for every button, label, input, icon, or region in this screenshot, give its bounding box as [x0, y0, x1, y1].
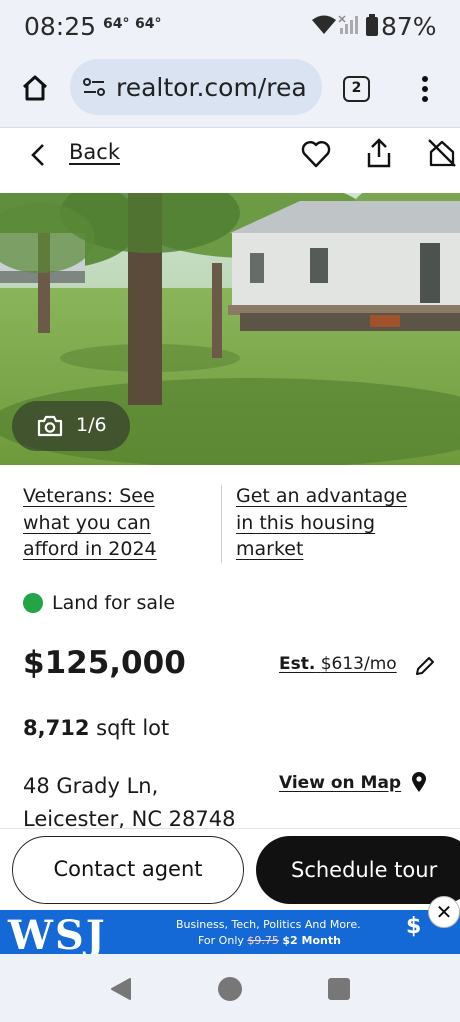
ad-close-button[interactable]: ✕ — [428, 896, 460, 928]
contact-agent-button[interactable]: Contact agent — [12, 836, 244, 904]
promo-housing-market-link[interactable]: Get an advantage in this housing market — [236, 483, 407, 563]
battery-icon — [366, 14, 378, 36]
wifi-icon — [312, 15, 336, 34]
promo-links: Veterans: See what you can afford in 202… — [0, 465, 460, 575]
share-icon[interactable] — [365, 137, 393, 169]
status-bar: 08:25 64° 64° 87% — [0, 0, 460, 52]
ad-headline: Business, Tech, Politics And More. — [176, 918, 361, 931]
nav-recents-icon[interactable] — [327, 977, 351, 1001]
home-icon[interactable] — [20, 73, 50, 103]
listing-price: $125,000 — [23, 645, 186, 681]
back-link[interactable]: Back — [69, 140, 120, 164]
camera-icon — [37, 415, 63, 437]
weather-temp: 64° — [103, 16, 130, 32]
photo-counter[interactable]: 1/6 — [12, 401, 130, 451]
action-bar: Contact agent Schedule tour — [0, 828, 460, 910]
weather-temp-secondary: 64° — [135, 16, 162, 32]
url-text: realtor.com/rea — [116, 73, 307, 102]
view-on-map-link[interactable]: View on Map — [279, 773, 401, 793]
status-dot-icon — [23, 593, 43, 613]
site-settings-icon[interactable] — [82, 76, 106, 98]
listing-header: Back — [0, 129, 460, 193]
photo-counter-text: 1/6 — [76, 414, 107, 436]
chevron-left-icon[interactable] — [30, 143, 46, 167]
listing-status-text: Land for sale — [52, 592, 176, 614]
tab-switcher-button[interactable]: 2 — [343, 76, 370, 102]
edit-pencil-icon[interactable] — [414, 655, 436, 677]
promo-divider — [221, 485, 222, 563]
battery-percent: 87% — [381, 12, 437, 41]
cell-signal-icon — [338, 15, 358, 34]
schedule-tour-button[interactable]: Schedule tour — [256, 836, 460, 904]
property-photo[interactable]: 1/6 — [0, 193, 460, 465]
system-nav-bar — [0, 954, 460, 1022]
ad-offer: For Only $9.75 $2 Month — [198, 934, 341, 947]
hide-listing-icon[interactable] — [426, 137, 458, 169]
ad-logo: WSJ — [8, 912, 107, 954]
map-pin-icon[interactable] — [410, 771, 428, 793]
promo-veterans-link[interactable]: Veterans: See what you can afford in 202… — [23, 483, 157, 563]
ad-badge: $ — [406, 914, 422, 939]
nav-home-icon[interactable] — [217, 976, 243, 1002]
status-time: 08:25 — [24, 12, 97, 41]
heart-icon[interactable] — [301, 140, 331, 168]
address-bar[interactable]: realtor.com/rea — [70, 59, 322, 115]
ad-banner[interactable]: WSJ Business, Tech, Politics And More. F… — [0, 910, 460, 954]
nav-back-icon[interactable] — [108, 976, 134, 1002]
browser-toolbar: realtor.com/rea 2 — [0, 52, 460, 128]
estimated-payment-link[interactable]: Est. $613/mo — [279, 654, 397, 674]
lot-size: 8,712 sqft lot — [23, 716, 170, 740]
more-menu-icon[interactable] — [418, 74, 432, 104]
property-address: 48 Grady Ln, Leicester, NC 28748 — [23, 774, 236, 831]
